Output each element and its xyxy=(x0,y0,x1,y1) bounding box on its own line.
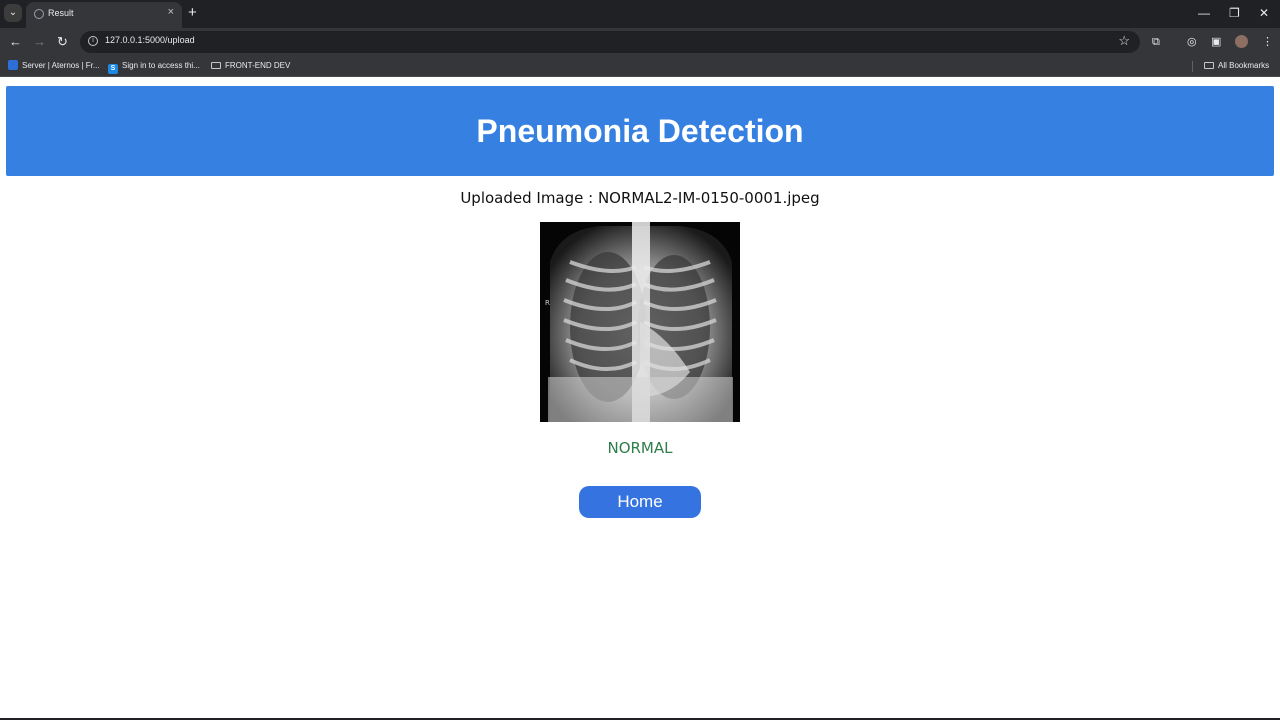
folder-icon xyxy=(1204,62,1214,69)
reload-icon[interactable]: ↻ xyxy=(57,33,68,51)
aternos-icon xyxy=(8,60,18,70)
restore-icon[interactable]: ❐ xyxy=(1229,5,1240,21)
all-bookmarks-label: All Bookmarks xyxy=(1218,61,1270,70)
address-bar[interactable]: i 127.0.0.1:5000/upload ☆ xyxy=(80,31,1140,53)
tab-search-chevron-icon[interactable]: ⌄ xyxy=(4,4,22,22)
chest-xray-graphic: R xyxy=(540,222,740,422)
media-icon[interactable]: ◎ xyxy=(1187,34,1197,50)
bookmark-star-icon[interactable]: ☆ xyxy=(1118,33,1130,49)
side-panel-icon[interactable]: ▣ xyxy=(1211,34,1221,50)
menu-dots-icon[interactable]: ⋮ xyxy=(1262,34,1273,50)
folder-icon xyxy=(211,62,221,69)
bookmark-label: Sign in to access thi... xyxy=(122,61,200,70)
url-text[interactable]: 127.0.0.1:5000/upload xyxy=(105,35,195,45)
profile-avatar[interactable] xyxy=(1235,35,1248,48)
prediction-result: NORMAL xyxy=(607,439,673,457)
back-arrow-icon[interactable]: ← xyxy=(9,33,22,51)
bookmarks-divider xyxy=(1192,61,1193,72)
home-button[interactable]: Home xyxy=(579,486,701,518)
extensions-icon[interactable]: ⧉ xyxy=(1152,34,1160,50)
bookmark-label: FRONT-END DEV xyxy=(225,61,291,70)
all-bookmarks[interactable]: All Bookmarks xyxy=(1204,60,1269,72)
xray-marker: R xyxy=(545,299,550,307)
site-info-icon[interactable]: i xyxy=(88,36,98,46)
tab-result[interactable]: Result × xyxy=(26,2,182,28)
uploaded-image-label: Uploaded Image : NORMAL2-IM-0150-0001.jp… xyxy=(460,189,820,207)
minimize-icon[interactable]: — xyxy=(1198,5,1210,21)
browser-toolbar: ← → ↻ i 127.0.0.1:5000/upload ☆ ⧉ ◎ ▣ ⋮ xyxy=(0,28,1280,56)
globe-icon xyxy=(34,9,44,19)
tab-close-icon[interactable]: × xyxy=(168,6,174,18)
bookmark-sign-in[interactable]: S Sign in to access thi... xyxy=(108,60,200,74)
bookmark-label: Server | Aternos | Fr... xyxy=(22,61,100,70)
bookmarks-bar: Server | Aternos | Fr... S Sign in to acc… xyxy=(0,56,1280,77)
bookmark-aternos[interactable]: Server | Aternos | Fr... xyxy=(8,60,100,72)
page-header: Pneumonia Detection xyxy=(6,86,1274,176)
page-content: Pneumonia Detection Uploaded Image : NOR… xyxy=(0,77,1280,720)
close-window-icon[interactable]: ✕ xyxy=(1259,5,1269,21)
bookmark-folder-front-end[interactable]: FRONT-END DEV xyxy=(211,60,290,72)
page-title: Pneumonia Detection xyxy=(476,113,804,149)
s-logo-icon: S xyxy=(108,64,118,74)
xray-image: R xyxy=(540,222,740,422)
forward-arrow-icon[interactable]: → xyxy=(33,33,46,51)
tab-strip: ⌄ Result × + — ❐ ✕ xyxy=(0,0,1280,28)
new-tab-icon[interactable]: + xyxy=(188,4,197,22)
tab-title: Result xyxy=(48,8,74,18)
